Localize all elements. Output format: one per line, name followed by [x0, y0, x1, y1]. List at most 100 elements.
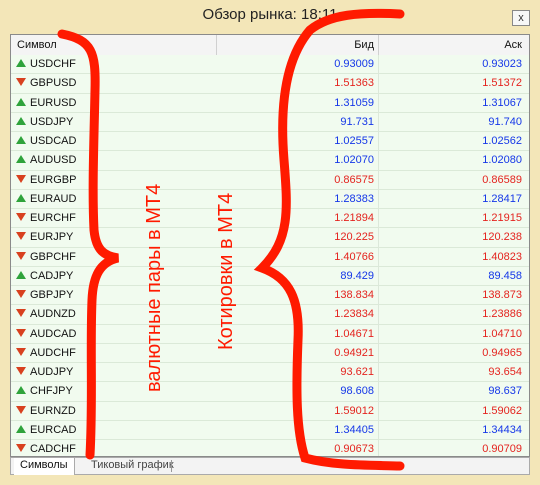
window-title: Обзор рынка: 18:11: [202, 6, 338, 23]
ask-cell: 1.34434: [482, 423, 522, 436]
symbol-cell: EURCAD: [30, 423, 77, 436]
bid-cell: 93.621: [340, 366, 374, 378]
symbol-cell: CADJPY: [30, 269, 74, 282]
ask-cell: 1.02562: [482, 135, 522, 147]
table-row[interactable]: GBPUSD 1.51363 1.51372: [11, 74, 529, 94]
table-row[interactable]: USDCAD 1.02557 1.02562: [11, 132, 529, 152]
ask-cell: 1.04710: [482, 327, 522, 340]
arrow-down-icon: [16, 347, 26, 356]
table-row[interactable]: EURNZD 1.59012 1.59062: [11, 401, 529, 421]
symbol-cell: EURGBP: [30, 173, 77, 186]
table-row[interactable]: AUDCAD 1.04671 1.04710: [11, 324, 529, 344]
symbol-cell: USDJPY: [30, 115, 74, 128]
arrow-down-icon: [16, 328, 26, 337]
ask-cell: 120.238: [482, 231, 522, 244]
arrow-up-icon: [16, 193, 26, 202]
arrow-up-icon: [16, 424, 26, 433]
table-row[interactable]: AUDNZD 1.23834 1.23886: [11, 305, 529, 325]
ask-cell: 98.637: [488, 385, 522, 398]
column-header-symbol[interactable]: Символ: [17, 39, 57, 51]
bid-cell: 1.34405: [334, 423, 374, 436]
bid-cell: 1.02557: [334, 135, 374, 147]
tab-symbols[interactable]: Символы: [14, 458, 75, 475]
bid-cell: 1.31059: [334, 96, 374, 109]
arrow-down-icon: [16, 232, 26, 241]
ask-cell: 0.90709: [482, 443, 522, 455]
bid-cell: 0.90673: [334, 443, 374, 455]
arrow-up-icon: [16, 270, 26, 279]
ask-cell: 1.40823: [482, 250, 522, 263]
bid-cell: 120.225: [334, 231, 374, 244]
table-row[interactable]: AUDCHF 0.94921 0.94965: [11, 343, 529, 363]
table-row[interactable]: EURCAD 1.34405 1.34434: [11, 420, 529, 440]
table-body: USDCHF 0.93009 0.93023 GBPUSD 1.51363 1.51372…: [11, 55, 529, 456]
table-row[interactable]: EURGBP 0.86575 0.86589: [11, 170, 529, 190]
tab-tick-chart[interactable]: Тиковый график: [91, 459, 174, 471]
table-row[interactable]: CADJPY 89.429 89.458: [11, 266, 529, 286]
symbol-cell: AUDUSD: [30, 154, 77, 167]
arrow-up-icon: [16, 116, 26, 125]
table-row[interactable]: AUDUSD 1.02070 1.02080: [11, 151, 529, 171]
bid-cell: 98.608: [340, 385, 374, 398]
table-row[interactable]: EURUSD 1.31059 1.31067: [11, 93, 529, 113]
symbol-cell: EURJPY: [30, 231, 74, 244]
arrow-up-icon: [16, 59, 26, 67]
title-bar[interactable]: Обзор рынка: 18:11 x: [0, 0, 540, 34]
arrow-up-icon: [16, 386, 26, 395]
arrow-up-icon: [16, 136, 26, 144]
arrow-down-icon: [16, 405, 26, 414]
symbol-cell: EURCHF: [30, 212, 76, 224]
column-divider[interactable]: [216, 35, 217, 55]
ask-cell: 1.59062: [482, 404, 522, 417]
ask-cell: 1.51372: [482, 77, 522, 90]
symbol-cell: USDCAD: [30, 135, 77, 147]
symbol-cell: AUDCHF: [30, 346, 76, 359]
bid-cell: 0.93009: [334, 58, 374, 70]
symbol-cell: CADCHF: [30, 443, 76, 455]
table-row[interactable]: USDCHF 0.93009 0.93023: [11, 55, 529, 75]
symbol-cell: GBPUSD: [30, 77, 77, 90]
table-row[interactable]: AUDJPY 93.621 93.654: [11, 363, 529, 383]
market-watch-table: Символ Бид Аск USDCHF 0.93009 0.93023 GBPUS…: [10, 34, 530, 457]
close-button[interactable]: x: [512, 10, 530, 26]
arrow-down-icon: [16, 213, 26, 221]
arrow-up-icon: [16, 97, 26, 106]
symbol-cell: AUDCAD: [30, 327, 77, 340]
arrow-down-icon: [16, 367, 26, 375]
ask-cell: 93.654: [488, 366, 522, 378]
table-row[interactable]: EURJPY 120.225 120.238: [11, 228, 529, 248]
arrow-down-icon: [16, 444, 26, 452]
table-row[interactable]: CHFJPY 98.608 98.637: [11, 382, 529, 402]
bid-cell: 89.429: [340, 269, 374, 282]
bid-cell: 1.23834: [334, 308, 374, 321]
symbol-cell: GBPJPY: [30, 289, 74, 301]
ask-cell: 1.31067: [482, 96, 522, 109]
table-row[interactable]: EURAUD 1.28383 1.28417: [11, 189, 529, 209]
arrow-down-icon: [16, 78, 26, 87]
symbol-cell: GBPCHF: [30, 250, 76, 263]
symbol-cell: AUDNZD: [30, 308, 76, 321]
column-header-ask[interactable]: Аск: [379, 39, 522, 51]
table-header: Символ Бид Аск: [11, 35, 529, 56]
ask-cell: 138.873: [482, 289, 522, 301]
tab-divider: [171, 460, 172, 472]
bid-cell: 1.02070: [334, 154, 374, 167]
market-watch-window: Обзор рынка: 18:11 x Символ Бид Аск USDC…: [0, 0, 540, 485]
bid-cell: 1.21894: [334, 212, 374, 224]
bid-cell: 1.04671: [334, 327, 374, 340]
table-row[interactable]: GBPCHF 1.40766 1.40823: [11, 247, 529, 267]
ask-cell: 1.02080: [482, 154, 522, 167]
table-row[interactable]: GBPJPY 138.834 138.873: [11, 286, 529, 306]
symbol-cell: EURAUD: [30, 192, 77, 205]
symbol-cell: EURUSD: [30, 96, 77, 109]
ask-cell: 1.28417: [482, 192, 522, 205]
bid-cell: 91.731: [340, 115, 374, 128]
symbol-cell: AUDJPY: [30, 366, 74, 378]
column-header-bid[interactable]: Бид: [221, 39, 374, 51]
table-row[interactable]: EURCHF 1.21894 1.21915: [11, 209, 529, 229]
ask-cell: 0.94965: [482, 346, 522, 359]
ask-cell: 89.458: [488, 269, 522, 282]
table-row[interactable]: CADCHF 0.90673 0.90709: [11, 440, 529, 456]
bid-cell: 1.59012: [334, 404, 374, 417]
table-row[interactable]: USDJPY 91.731 91.740: [11, 112, 529, 132]
